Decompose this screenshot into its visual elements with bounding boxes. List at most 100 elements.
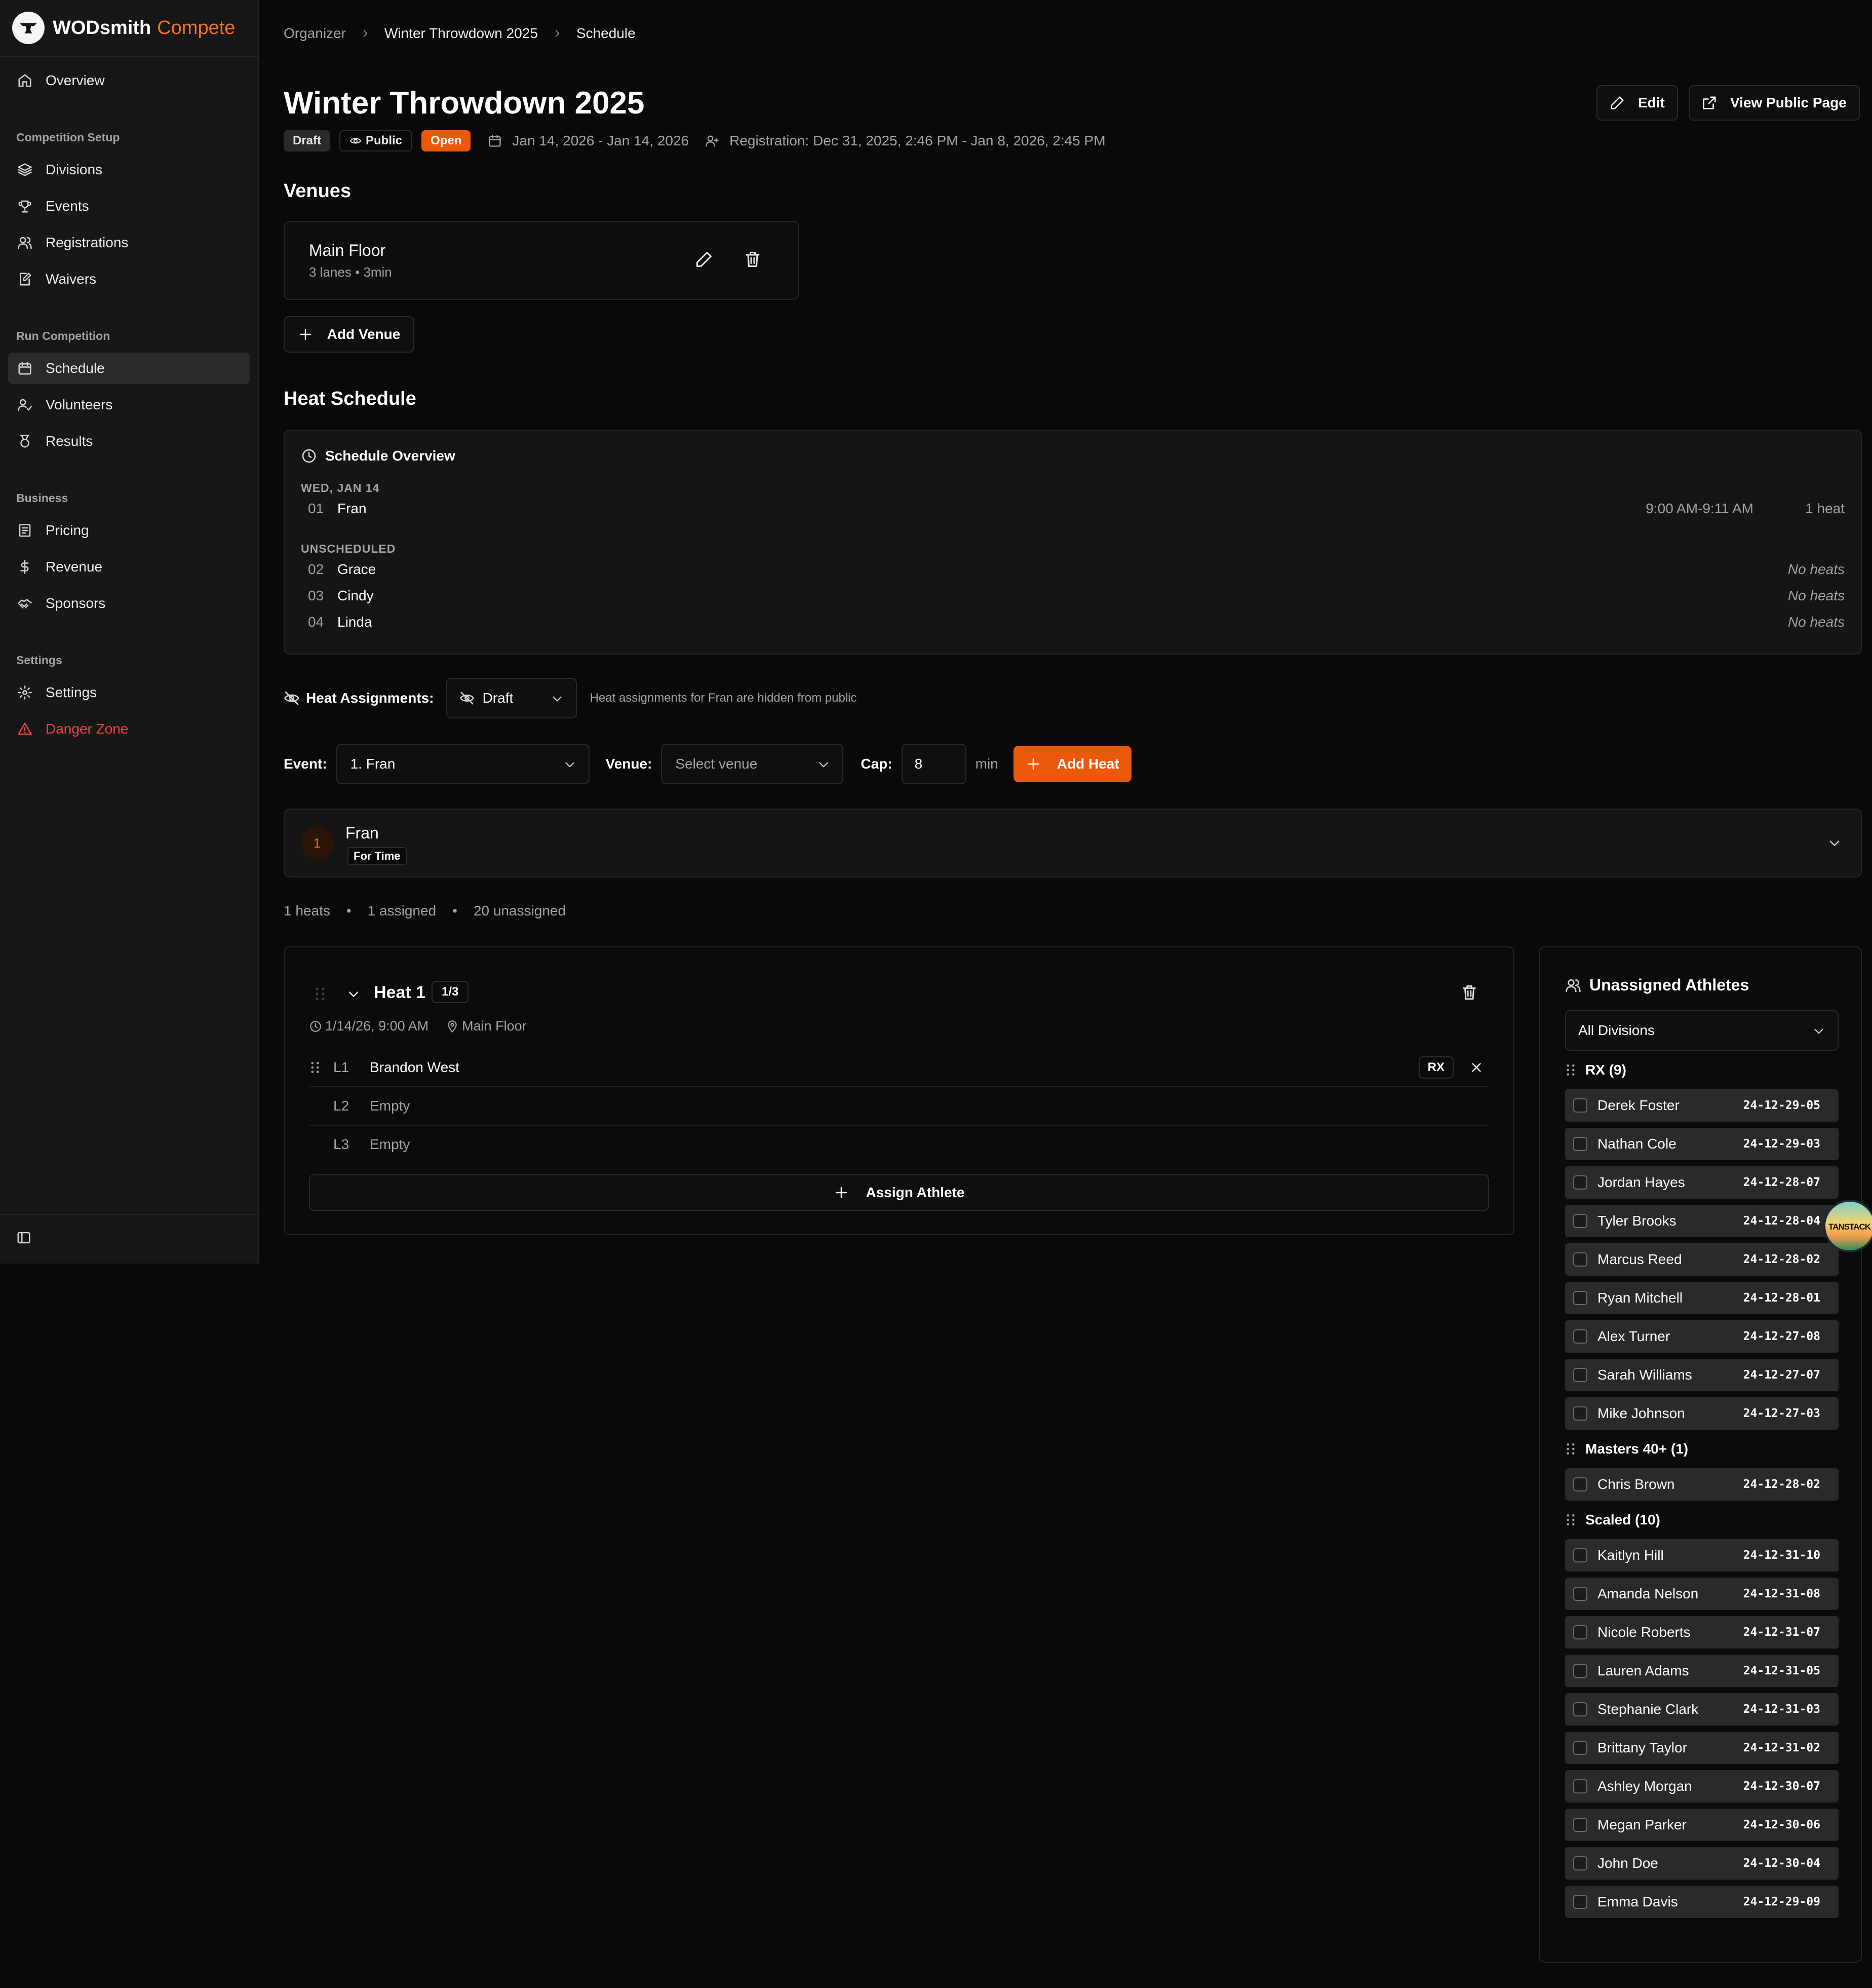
division-group-header[interactable]: Masters 40+ (1) <box>1565 1441 1688 1457</box>
sidebar-item-volunteers[interactable]: Volunteers <box>8 389 250 420</box>
trash-icon[interactable] <box>1461 984 1478 1001</box>
sidebar-toggle-icon[interactable] <box>16 1230 31 1245</box>
venue-select[interactable]: Select venue <box>661 744 844 784</box>
chevron-down-icon[interactable] <box>346 987 361 1001</box>
unassigned-athlete-row[interactable]: Ryan Mitchell 24-12-28-01 <box>1565 1282 1839 1314</box>
athlete-checkbox[interactable] <box>1573 1477 1587 1492</box>
athlete-checkbox[interactable] <box>1573 1818 1587 1832</box>
sidebar-item-waivers[interactable]: Waivers <box>8 263 250 295</box>
unassigned-athlete-row[interactable]: Stephanie Clark 24-12-31-03 <box>1565 1693 1839 1726</box>
view-public-page-button[interactable]: View Public Page <box>1689 85 1860 121</box>
unassigned-athlete-row[interactable]: Jordan Hayes 24-12-28-07 <box>1565 1166 1839 1199</box>
sidebar-item-danger-zone[interactable]: Danger Zone <box>8 713 250 745</box>
athlete-checkbox[interactable] <box>1573 1664 1587 1678</box>
athlete-checkbox[interactable] <box>1573 1587 1587 1601</box>
division-group-name: Scaled (10) <box>1585 1512 1660 1527</box>
athlete-checkbox[interactable] <box>1573 1741 1587 1755</box>
sidebar-item-schedule[interactable]: Schedule <box>8 353 250 384</box>
athlete-checkbox[interactable] <box>1573 1856 1587 1870</box>
division-group-header[interactable]: RX (9) <box>1565 1062 1626 1078</box>
unassigned-athlete-row[interactable]: Tyler Brooks 24-12-28-04 <box>1565 1205 1839 1237</box>
unassigned-athlete-row[interactable]: Kaitlyn Hill 24-12-31-10 <box>1565 1539 1839 1572</box>
sidebar-item-revenue[interactable]: Revenue <box>8 551 250 583</box>
athlete-checkbox[interactable] <box>1573 1779 1587 1793</box>
athlete-checkbox[interactable] <box>1573 1098 1587 1113</box>
schedule-row[interactable]: 02 Grace No heats <box>308 559 1845 580</box>
athlete-checkbox[interactable] <box>1573 1702 1587 1716</box>
unassigned-athlete-row[interactable]: Ashley Morgan 24-12-30-07 <box>1565 1770 1839 1803</box>
event-accordion[interactable]: 1 Fran For Time <box>284 809 1862 877</box>
cap-input-value: 8 <box>914 756 923 772</box>
unassigned-athlete-row[interactable]: Sarah Williams 24-12-27-07 <box>1565 1359 1839 1391</box>
drag-handle-icon[interactable] <box>1565 1513 1576 1527</box>
athlete-checkbox[interactable] <box>1573 1214 1587 1228</box>
athlete-checkbox[interactable] <box>1573 1291 1587 1305</box>
breadcrumb-competition[interactable]: Winter Throwdown 2025 <box>384 25 538 42</box>
sidebar-item-sponsors[interactable]: Sponsors <box>8 588 250 619</box>
heat-assignments-visibility-select[interactable]: Draft <box>446 678 577 718</box>
unassigned-athlete-row[interactable]: Nathan Cole 24-12-29-03 <box>1565 1128 1839 1160</box>
athlete-checkbox[interactable] <box>1573 1406 1587 1421</box>
athlete-checkbox[interactable] <box>1573 1368 1587 1382</box>
chevron-down-icon[interactable] <box>1827 836 1842 850</box>
drag-handle-icon[interactable] <box>309 1060 321 1075</box>
unassigned-athlete-row[interactable]: Amanda Nelson 24-12-31-08 <box>1565 1578 1839 1610</box>
lane-row[interactable]: L1 Brandon West RX <box>309 1049 1489 1086</box>
sidebar-item-pricing[interactable]: Pricing <box>8 515 250 546</box>
add-venue-button[interactable]: Add Venue <box>284 316 414 353</box>
sidebar-item-divisions[interactable]: Divisions <box>8 154 250 185</box>
edit-button[interactable]: Edit <box>1596 85 1678 121</box>
lane-row[interactable]: L2 Empty <box>309 1087 1489 1125</box>
add-heat-button[interactable]: Add Heat <box>1013 746 1132 782</box>
athlete-checkbox[interactable] <box>1573 1252 1587 1267</box>
visibility-badge: Public <box>339 130 413 151</box>
trophy-icon <box>18 200 31 213</box>
athlete-checkbox[interactable] <box>1573 1548 1587 1562</box>
lane-row[interactable]: L3 Empty <box>309 1126 1489 1163</box>
unassigned-athlete-row[interactable]: Lauren Adams 24-12-31-05 <box>1565 1655 1839 1687</box>
sidebar-item-settings[interactable]: Settings <box>8 677 250 708</box>
athlete-checkbox[interactable] <box>1573 1625 1587 1639</box>
drag-handle-icon[interactable] <box>1565 1442 1576 1456</box>
unassigned-athlete-row[interactable]: Alex Turner 24-12-27-08 <box>1565 1320 1839 1353</box>
unassigned-athlete-row[interactable]: Megan Parker 24-12-30-06 <box>1565 1809 1839 1841</box>
cap-input[interactable]: 8 <box>901 744 966 784</box>
trash-icon[interactable] <box>744 250 762 269</box>
athlete-registration-date: 24-12-31-03 <box>1743 1703 1820 1716</box>
schedule-row[interactable]: 04 Linda No heats <box>308 612 1845 632</box>
drag-handle-icon[interactable] <box>1565 1063 1576 1077</box>
division-group-header[interactable]: Scaled (10) <box>1565 1512 1660 1528</box>
unassigned-athlete-row[interactable]: Chris Brown 24-12-28-02 <box>1565 1468 1839 1501</box>
drag-handle-icon[interactable] <box>314 986 326 1002</box>
athlete-checkbox[interactable] <box>1573 1329 1587 1344</box>
sidebar-item-registrations[interactable]: Registrations <box>8 227 250 258</box>
schedule-row[interactable]: 03 Cindy No heats <box>308 586 1845 606</box>
sidebar-item-overview[interactable]: Overview <box>8 65 250 96</box>
close-icon[interactable] <box>1469 1060 1484 1075</box>
unassigned-athlete-row[interactable]: Derek Foster 24-12-29-05 <box>1565 1089 1839 1122</box>
unassigned-athlete-row[interactable]: Marcus Reed 24-12-28-02 <box>1565 1243 1839 1276</box>
gear-icon <box>18 685 32 700</box>
tanstack-devtools-button[interactable]: TANSTACK <box>1823 1200 1872 1252</box>
sidebar-item-events[interactable]: Events <box>8 190 250 222</box>
athlete-registration-date: 24-12-28-02 <box>1743 1478 1820 1491</box>
home-icon <box>18 74 31 87</box>
chevron-down-icon <box>1814 1028 1823 1034</box>
schedule-row[interactable]: 01 Fran 9:00 AM-9:11 AM 1 heat <box>308 499 1845 519</box>
sidebar-item-results[interactable]: Results <box>8 426 250 457</box>
assign-athlete-button[interactable]: Assign Athlete <box>309 1174 1489 1211</box>
breadcrumb-organizer[interactable]: Organizer <box>284 25 346 42</box>
division-filter-select[interactable]: All Divisions <box>1565 1010 1839 1051</box>
athlete-checkbox[interactable] <box>1573 1175 1587 1190</box>
athlete-checkbox[interactable] <box>1573 1137 1587 1151</box>
event-select[interactable]: 1. Fran <box>336 744 590 784</box>
unassigned-athlete-row[interactable]: John Doe 24-12-30-04 <box>1565 1847 1839 1880</box>
unassigned-athlete-row[interactable]: Emma Davis 24-12-29-09 <box>1565 1886 1839 1918</box>
athlete-checkbox[interactable] <box>1573 1895 1587 1909</box>
unassigned-athlete-row[interactable]: Nicole Roberts 24-12-31-07 <box>1565 1616 1839 1649</box>
unassigned-athlete-row[interactable]: Brittany Taylor 24-12-31-02 <box>1565 1732 1839 1764</box>
event-number: 01 <box>308 501 324 516</box>
brand-logo-link[interactable]: WODsmith Compete <box>12 11 235 45</box>
pencil-icon[interactable] <box>695 250 713 269</box>
unassigned-athlete-row[interactable]: Mike Johnson 24-12-27-03 <box>1565 1397 1839 1430</box>
